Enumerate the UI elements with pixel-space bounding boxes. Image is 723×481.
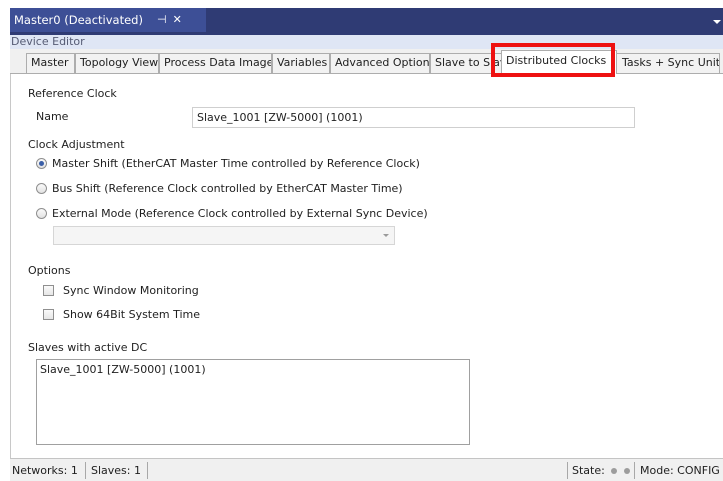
status-separator: [567, 462, 568, 479]
status-bar: Networks: 1 Slaves: 1 State: Mode: CONFI…: [10, 458, 723, 481]
networks-count: Networks: 1: [12, 464, 78, 477]
bus-shift-radio[interactable]: [36, 183, 47, 194]
bus-shift-label: Bus Shift (Reference Clock controlled by…: [52, 182, 403, 195]
tab-variables[interactable]: Variables: [272, 53, 330, 73]
state-label: State:: [572, 464, 605, 477]
state-indicator: State:: [572, 464, 630, 477]
tab-highlight-box: [491, 43, 615, 77]
show-64bit-time-label: Show 64Bit System Time: [63, 308, 201, 321]
master-shift-radio[interactable]: [36, 158, 47, 169]
external-sync-device-select[interactable]: [53, 226, 395, 245]
master-shift-option[interactable]: Master Shift (EtherCAT Master Time contr…: [36, 157, 420, 170]
slaves-count: Slaves: 1: [91, 464, 141, 477]
close-icon[interactable]: ✕: [173, 8, 182, 32]
chevron-down-icon[interactable]: [713, 20, 721, 24]
sync-window-monitoring-option[interactable]: Sync Window Monitoring: [43, 284, 199, 297]
status-separator: [147, 462, 148, 479]
reference-clock-name-field[interactable]: Slave_1001 [ZW-5000] (1001): [192, 107, 635, 128]
tab-tasks-sync-units[interactable]: Tasks + Sync Units: [613, 53, 720, 73]
options-title: Options: [28, 264, 71, 277]
tab-advanced-options[interactable]: Advanced Options: [330, 53, 430, 73]
list-item[interactable]: Slave_1001 [ZW-5000] (1001): [40, 363, 466, 376]
clock-adjustment-title: Clock Adjustment: [28, 138, 125, 151]
device-editor-header: Device Editor: [10, 35, 723, 49]
tab-bar: Master Topology View Process Data Image …: [10, 49, 723, 74]
active-dc-list[interactable]: Slave_1001 [ZW-5000] (1001): [36, 359, 470, 445]
reference-clock-title: Reference Clock: [28, 87, 117, 100]
show-64bit-time-option[interactable]: Show 64Bit System Time: [43, 308, 200, 321]
chevron-down-icon: [383, 234, 389, 237]
pin-icon[interactable]: ⊣: [157, 8, 167, 32]
external-mode-label: External Mode (Reference Clock controlle…: [52, 207, 428, 220]
name-label: Name: [36, 110, 69, 123]
tab-topology-view[interactable]: Topology View: [75, 53, 159, 73]
status-separator: [85, 462, 86, 479]
show-64bit-time-checkbox[interactable]: [43, 309, 54, 320]
bus-shift-option[interactable]: Bus Shift (Reference Clock controlled by…: [36, 182, 403, 195]
external-mode-radio[interactable]: [36, 208, 47, 219]
sync-window-monitoring-label: Sync Window Monitoring: [63, 284, 199, 297]
state-dot-icon: [611, 468, 618, 474]
tab-master[interactable]: Master: [26, 53, 75, 73]
tab-process-data-image[interactable]: Process Data Image: [159, 53, 272, 73]
document-tab-title: Master0 (Deactivated): [14, 13, 143, 27]
sync-window-monitoring-checkbox[interactable]: [43, 285, 54, 296]
document-tab[interactable]: Master0 (Deactivated) ⊣ ✕: [10, 8, 206, 32]
external-mode-option[interactable]: External Mode (Reference Clock controlle…: [36, 207, 428, 220]
status-separator: [634, 462, 635, 479]
active-dc-title: Slaves with active DC: [28, 341, 148, 354]
state-dot-icon: [623, 468, 630, 474]
master-shift-label: Master Shift (EtherCAT Master Time contr…: [52, 157, 420, 170]
document-tab-strip: Master0 (Deactivated) ⊣ ✕: [10, 8, 723, 35]
mode-indicator: Mode: CONFIG: [640, 464, 720, 477]
